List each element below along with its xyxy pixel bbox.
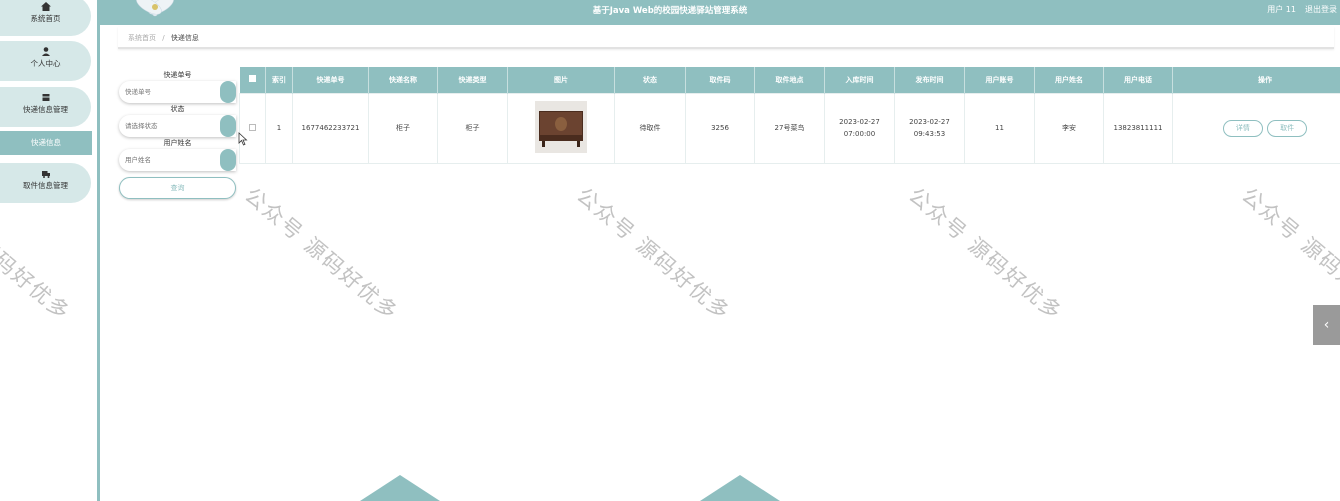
field-cap	[220, 115, 236, 137]
column-header: 用户电话	[1103, 67, 1173, 93]
search-button[interactable]: 查询	[119, 177, 236, 199]
sidebar-item-home[interactable]: 系统首页	[0, 0, 91, 36]
pickup-code-cell: 3256	[685, 92, 755, 164]
pickup-button[interactable]: 取件	[1267, 119, 1308, 137]
express-table: 索引 快递单号 快递名称 快递类型 图片 状态 取件码 取件地点 入库时间 发布…	[239, 67, 1340, 164]
column-header: 快递名称	[368, 67, 438, 93]
tracking-no-cell: 1677462233721	[292, 92, 369, 164]
tracking-no-field[interactable]	[119, 81, 236, 103]
column-header: 快递类型	[437, 67, 508, 93]
field-cap	[220, 149, 236, 171]
field-cap	[220, 81, 236, 103]
express-type-cell: 柜子	[437, 92, 508, 164]
column-header: 图片	[507, 67, 615, 93]
column-header: 取件码	[685, 67, 755, 93]
home-icon	[40, 2, 51, 11]
current-user-label: 用户 11	[1267, 5, 1296, 14]
column-header: 用户姓名	[1034, 67, 1104, 93]
column-header: 取件地点	[754, 67, 825, 93]
column-header: 操作	[1172, 67, 1340, 93]
status-cell: 待取件	[614, 92, 686, 164]
column-header: 快递单号	[292, 67, 369, 93]
breadcrumb-home-link[interactable]: 系统首页	[128, 34, 156, 42]
username-input[interactable]	[119, 149, 219, 171]
watermark-text: 公众号 源码好优多	[572, 183, 736, 326]
row-checkbox[interactable]	[249, 123, 256, 131]
column-header: 状态	[614, 67, 686, 93]
username-label: 用户姓名	[163, 139, 192, 147]
top-bar: 基于Java Web的校园快递驿站管理系统 用户 11 退出登录	[0, 0, 1340, 25]
watermark-text: 公众号 源码好优多	[240, 183, 404, 326]
column-header: 入库时间	[824, 67, 895, 93]
chevron-left-icon: ‹	[1323, 317, 1330, 333]
express-name-cell: 柜子	[368, 92, 438, 164]
status-select[interactable]	[119, 115, 236, 137]
mouse-cursor-icon	[238, 132, 248, 146]
sidebar-item-label: 取件信息管理	[23, 181, 68, 190]
sidebar-item-pickup-manage[interactable]: 取件信息管理	[0, 163, 91, 203]
breadcrumb-current: 快递信息	[170, 34, 199, 42]
username-field[interactable]	[119, 149, 236, 171]
column-header: 用户账号	[964, 67, 1035, 93]
cabinet-image[interactable]	[535, 101, 587, 153]
sidebar-item-label: 快递信息管理	[23, 105, 68, 114]
breadcrumb: 系统首页 / 快递信息	[118, 27, 1334, 49]
decor-triangle	[360, 475, 440, 501]
pickup-place-cell: 27号菜鸟	[754, 92, 825, 164]
account-cell: 11	[964, 92, 1035, 164]
row-select-cell[interactable]	[239, 92, 266, 164]
actions-cell: 详情 取件	[1172, 92, 1340, 164]
in-time-cell: 2023-02-27 07:00:00	[824, 92, 895, 164]
column-header: 索引	[265, 67, 293, 93]
publish-time-cell: 2023-02-27 09:43:53	[894, 92, 965, 164]
sidebar-item-label: 个人中心	[30, 59, 61, 68]
watermark-text: 公众号 源码好优多	[904, 183, 1068, 326]
tracking-no-label: 快递单号	[163, 71, 192, 79]
sidebar: 系统首页 个人中心 快递信息管理 快递信息 取件信息管理	[0, 0, 100, 501]
sidebar-item-profile[interactable]: 个人中心	[0, 41, 91, 81]
sidebar-item-express-manage[interactable]: 快递信息管理	[0, 87, 91, 127]
table-row: 1 1677462233721 柜子 柜子 待取件 3256 27号菜鸟 202…	[239, 92, 1340, 164]
detail-button[interactable]: 详情	[1222, 119, 1263, 137]
box-icon	[42, 94, 49, 101]
app-title: 基于Java Web的校园快递驿站管理系统	[592, 6, 748, 16]
side-collapse-toggle[interactable]: ‹	[1313, 305, 1340, 345]
user-icon	[41, 47, 50, 56]
search-panel: 快递单号 状态 用户姓名 查询	[119, 70, 236, 199]
decor-triangle	[700, 475, 780, 501]
tracking-no-input[interactable]	[119, 81, 219, 103]
status-label: 状态	[170, 105, 185, 113]
logout-link[interactable]: 退出登录	[1305, 4, 1337, 15]
phone-cell: 13823811111	[1103, 92, 1173, 164]
status-input[interactable]	[119, 115, 219, 137]
select-all-checkbox[interactable]	[248, 75, 256, 83]
index-cell: 1	[265, 92, 293, 164]
image-cell	[507, 92, 615, 164]
select-all-cell[interactable]	[239, 67, 266, 93]
sidebar-item-label: 系统首页	[30, 14, 61, 23]
truck-icon	[41, 171, 50, 178]
user-name-cell: 李安	[1034, 92, 1104, 164]
column-header: 发布时间	[894, 67, 965, 93]
sidebar-subitem-express-info[interactable]: 快递信息	[0, 131, 92, 155]
breadcrumb-separator: /	[162, 34, 165, 42]
table-header-row: 索引 快递单号 快递名称 快递类型 图片 状态 取件码 取件地点 入库时间 发布…	[239, 67, 1340, 93]
